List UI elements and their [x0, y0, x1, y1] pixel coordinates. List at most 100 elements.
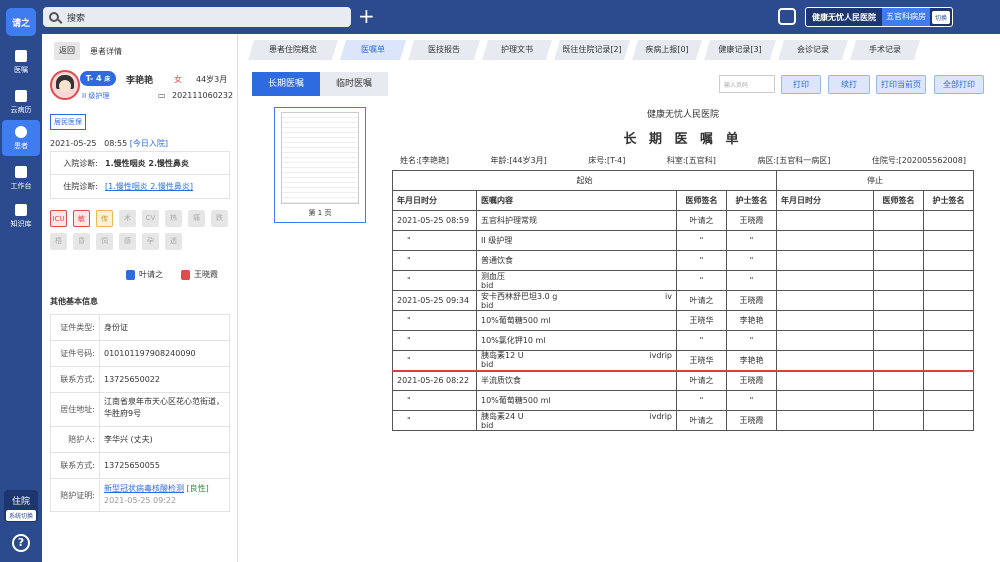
order-date: "	[392, 350, 477, 372]
order-date: "	[392, 230, 477, 251]
sheet-hospital: 健康无忧人民医院	[646, 110, 719, 120]
table-row[interactable]: 2021-05-25 08:59 五官科护理常规 叶请之 王晓霞	[392, 210, 974, 231]
tab-health-records[interactable]: 健康记录[3]	[704, 40, 776, 60]
order-text: 测血压	[481, 271, 505, 281]
tag-infection[interactable]: 感	[119, 233, 136, 250]
stop-cell	[923, 270, 974, 291]
rail-item-knowledge[interactable]: 知识库	[2, 198, 40, 234]
stop-cell	[873, 410, 924, 431]
stay-diagnosis-link[interactable]: [1.慢性咽炎 2.慢性鼻炎]	[101, 181, 193, 192]
print-button[interactable]: 打印	[781, 75, 821, 94]
other-info-title: 其他基本信息	[50, 297, 98, 306]
companion: 李华兴 (丈夫)	[99, 427, 229, 452]
tab-consult[interactable]: 会诊记录	[778, 40, 848, 60]
stop-cell	[873, 390, 924, 411]
col-stop-date: 年月日时分	[776, 190, 874, 211]
tab-history[interactable]: 既往住院记录[2]	[554, 40, 630, 60]
table-row[interactable]: " II 级护理 " "	[392, 230, 974, 251]
table-row[interactable]: 2021-05-26 08:22 半流质饮食 叶请之 王晓霞	[392, 370, 974, 391]
tag-choke[interactable]: 梧	[50, 233, 67, 250]
page-thumbnail[interactable]: 第 1 页	[274, 107, 366, 223]
table-row[interactable]: " 普通饮食 " "	[392, 250, 974, 271]
table-row[interactable]: " 10%葡萄糖500 ml 王晓华 李艳艳	[392, 310, 974, 331]
tab-surgery[interactable]: 手术记录	[850, 40, 920, 60]
tag-feed[interactable]: 饲	[96, 233, 113, 250]
tag-infectious[interactable]: 传	[96, 210, 113, 227]
stop-cell	[923, 330, 974, 351]
tab-reports[interactable]: 医技报告	[408, 40, 480, 60]
print-all-button[interactable]: 全部打印	[934, 75, 984, 94]
order-text: 10%葡萄糖500 ml	[481, 396, 551, 405]
admit-link[interactable]: [今日入院]	[130, 139, 168, 148]
search-input[interactable]: 搜索	[43, 7, 351, 27]
add-icon[interactable]: +	[358, 5, 375, 27]
order-doctor: "	[676, 230, 727, 251]
tag-pain[interactable]: 痛	[188, 210, 205, 227]
table-row[interactable]: " 测血压 bid " "	[392, 270, 974, 291]
order-content: 10%葡萄糖500 ml	[476, 310, 677, 331]
table-row[interactable]: " 10%葡萄糖500 ml " "	[392, 390, 974, 411]
rail-item-orders[interactable]: 医嘱	[2, 44, 40, 80]
tag-fever[interactable]: 热	[165, 210, 182, 227]
address: 江南省泉年市天心区花心范街道，华胜府9号	[99, 393, 229, 426]
patient-sex: 女	[174, 75, 182, 84]
tag-allergy[interactable]: 敏	[73, 210, 90, 227]
table-row[interactable]: " 10%氯化钾10 ml " "	[392, 330, 974, 351]
tab-long-term[interactable]: 长期医嘱	[252, 72, 320, 96]
shirt-icon[interactable]	[778, 8, 796, 25]
test-report-link[interactable]: 新型冠状病毒核酸检测	[104, 484, 184, 493]
tab-overview[interactable]: 患者住院概览	[248, 40, 338, 60]
cloud-record-icon	[15, 89, 27, 102]
back-button[interactable]: 返回	[54, 42, 80, 60]
order-doctor: 王晓华	[676, 350, 727, 372]
stop-cell	[873, 270, 924, 291]
continue-print-button[interactable]: 续打	[828, 75, 870, 94]
help-icon[interactable]: ?	[12, 534, 30, 552]
id-type: 身份证	[99, 315, 229, 340]
order-doctor: 王晓华	[676, 310, 727, 331]
orders-icon	[15, 49, 27, 62]
meta-dept: 科室:[五官科]	[666, 156, 716, 165]
print-page-button[interactable]: 打印当前页	[876, 75, 926, 94]
order-content: 测血压 bid	[476, 270, 677, 291]
rail-item-patients[interactable]: 患者	[2, 120, 40, 156]
stop-cell	[776, 310, 874, 331]
sheet-title: 长 期 医 嘱 单	[623, 132, 743, 147]
hospital-badge: 健康无忧人民医院 五官科病房 切换	[805, 7, 954, 27]
order-text: II 级护理	[481, 236, 513, 245]
test-date: 2021-05-25 09:22	[104, 495, 177, 505]
table-row[interactable]: " ivdrip 胰岛素12 Ubid 王晓华 李艳艳	[392, 350, 974, 372]
rail-label: 知识库	[10, 219, 32, 228]
user-logo[interactable]: 请之	[6, 8, 36, 36]
order-doctor: 叶请之	[676, 370, 727, 391]
tag-coma[interactable]: 昏	[73, 233, 90, 250]
stop-cell	[776, 230, 874, 251]
order-content: 普通饮食	[476, 250, 677, 271]
top-bar: 搜索 + 健康无忧人民医院 五官科病房 切换	[42, 0, 1000, 34]
tag-cv[interactable]: CV	[142, 210, 159, 227]
ward-switch-button[interactable]: 切换	[932, 10, 951, 24]
order-content: ivdrip 胰岛素24 Ubid	[476, 410, 677, 431]
tag-surgery[interactable]: 术	[119, 210, 136, 227]
insurance-badge: 居民医保	[50, 114, 86, 130]
tab-orders[interactable]: 医嘱单	[340, 40, 406, 60]
order-route: iv	[665, 291, 672, 301]
page-number-input[interactable]: 输入页码	[719, 75, 775, 93]
rail-item-workbench[interactable]: 工作台	[2, 160, 40, 196]
rail-item-cloud-records[interactable]: 云病历	[2, 84, 40, 120]
info-table: 证件类型: 身份证 证件号码: 010101197908240090 联系方式: 13…	[50, 314, 230, 512]
tag-pregnant[interactable]: 孕	[142, 233, 159, 250]
tab-temporary[interactable]: 临时医嘱	[320, 72, 388, 96]
tag-fall[interactable]: 跌	[211, 210, 228, 227]
meta-admission-no: 住院号:[202005562008]	[871, 156, 966, 165]
tab-nursing[interactable]: 护理文书	[482, 40, 552, 60]
meta-age: 年龄:[44岁3月]	[490, 156, 547, 165]
tag-icu[interactable]: ICU	[50, 210, 67, 227]
contact-phone: 13725650022	[99, 367, 229, 392]
table-row[interactable]: 2021-05-25 09:34 iv 安卡西林舒巴坦3.0 g bid 叶请之 王晓霞	[392, 290, 974, 311]
table-row[interactable]: " ivdrip 胰岛素24 Ubid 叶请之 王晓霞	[392, 410, 974, 431]
order-nurse: "	[726, 270, 777, 291]
system-switch-button[interactable]: 住院 系统切换	[4, 490, 38, 522]
tag-dialysis[interactable]: 透	[165, 233, 182, 250]
tab-disease-report[interactable]: 疾病上报[0]	[632, 40, 702, 60]
